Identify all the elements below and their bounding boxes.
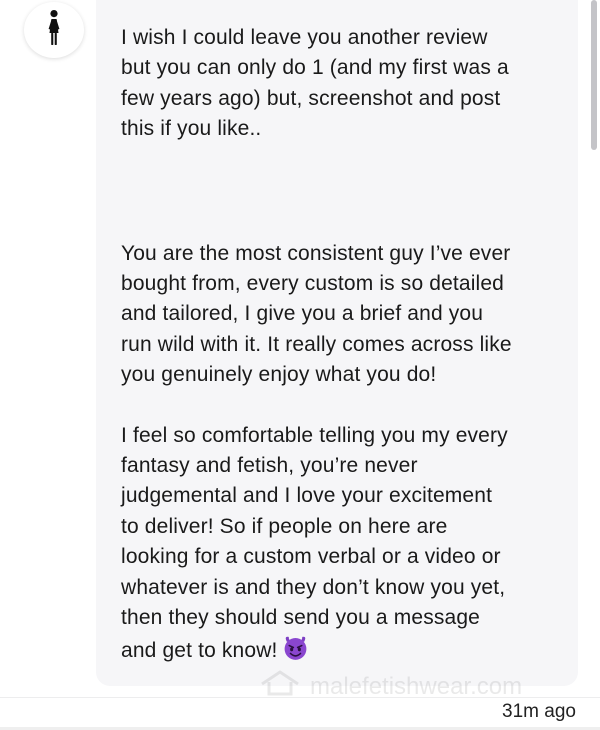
person-dress-icon [43,9,65,52]
message-paragraph-2: You are the most consistent guy I’ve eve… [121,241,512,387]
sender-avatar[interactable] [24,2,84,58]
smiling-devil-emoji-icon [282,634,309,670]
message-paragraph-3-text: I feel so comfortable telling you my eve… [121,423,508,662]
message-bubble: I wish I could leave you another review … [96,0,578,686]
site-watermark: malefetishwear.com [260,670,522,703]
message-paragraph-3: I feel so comfortable telling you my eve… [121,421,558,670]
scrollbar-thumb[interactable] [591,0,597,150]
message-paragraph-1: I wish I could leave you another review … [121,26,509,141]
house-logo-icon [260,670,300,703]
message-timestamp: 31m ago [502,701,576,722]
divider [0,697,600,698]
chat-thread: I wish I could leave you another review … [0,0,600,730]
